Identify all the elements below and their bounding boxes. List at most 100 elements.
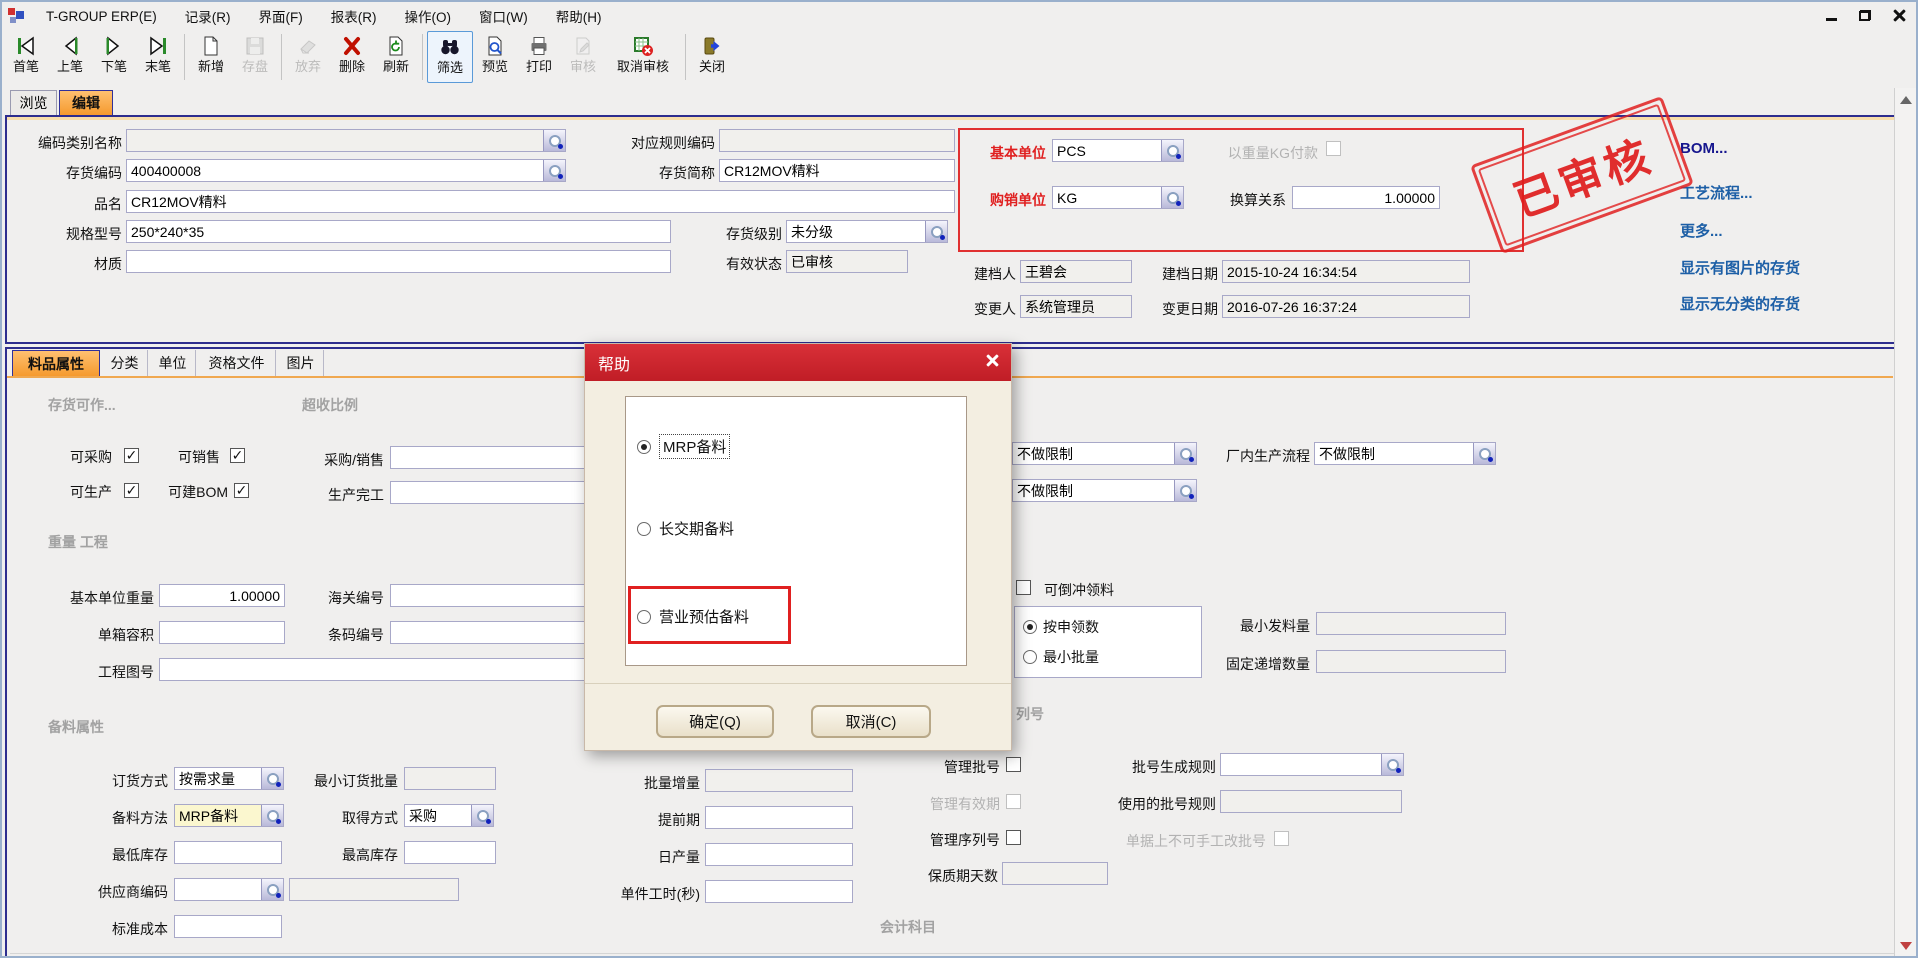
prod-finish-input[interactable] [390,481,600,504]
toolbar-next-record[interactable]: 下笔 [92,31,136,83]
tab-material-props[interactable]: 料品属性 [12,350,100,376]
can-produce-checkbox[interactable] [124,483,139,498]
toolbar-delete[interactable]: 删除 [330,31,374,83]
lookup-icon[interactable] [471,805,493,826]
cancel-button[interactable]: 取消(C) [811,705,931,738]
tab-classification[interactable]: 分类 [102,350,148,376]
min-stock-input[interactable] [174,841,282,864]
option-mrp[interactable]: MRP备料 [637,434,730,459]
menu-help[interactable]: 帮助(H) [542,6,616,26]
lookup-icon[interactable] [1174,443,1196,464]
manage-serial-checkbox[interactable] [1006,830,1021,845]
restore-button[interactable] [1856,6,1874,24]
unit-weight-input[interactable]: 1.00000 [159,584,285,607]
menu-interface[interactable]: 界面(F) [245,6,317,26]
rule-code-input[interactable] [719,129,955,152]
menu-record[interactable]: 记录(R) [171,6,245,26]
lookup-icon[interactable] [1174,480,1196,501]
tab-qualification[interactable]: 资格文件 [198,350,276,376]
drawing-input[interactable] [159,658,600,681]
lookup-icon[interactable] [925,221,947,242]
can-bom-checkbox[interactable] [234,483,249,498]
menu-window[interactable]: 窗口(W) [465,6,542,26]
restrict-input-2[interactable]: 不做限制 [1012,479,1197,502]
backflush-checkbox[interactable] [1016,580,1031,595]
link-more[interactable]: 更多... [1680,220,1723,241]
tab-browse[interactable]: 浏览 [10,90,57,115]
lookup-icon[interactable] [1381,754,1403,775]
batch-rule-input[interactable] [1220,753,1404,776]
tab-units[interactable]: 单位 [150,350,196,376]
tab-images[interactable]: 图片 [278,350,324,376]
level-input[interactable]: 未分级 [786,220,948,243]
radio-min-batch[interactable] [1023,650,1037,664]
item-name-input[interactable]: CR12MOV精料 [126,190,955,213]
link-unclassified[interactable]: 显示无分类的存货 [1680,293,1800,314]
link-bom[interactable]: BOM... [1680,140,1728,157]
menu-report[interactable]: 报表(R) [317,6,391,26]
can-sell-checkbox[interactable] [230,448,245,463]
purchase-sale-input[interactable] [390,446,600,469]
toolbar-filter[interactable]: 筛选 [427,31,473,83]
code-type-input[interactable] [126,129,566,152]
toolbar-last-record[interactable]: 末笔 [136,31,180,83]
radio-long-lead-icon[interactable] [637,522,651,536]
radio-by-apply[interactable] [1023,620,1037,634]
lead-time-input[interactable] [705,806,853,829]
trade-unit-input[interactable]: KG [1052,186,1184,209]
acquire-input[interactable]: 采购 [404,804,494,827]
toolbar-new[interactable]: 新增 [189,31,233,83]
lookup-icon[interactable] [261,805,283,826]
nav-prev-icon [59,33,81,59]
barcode-input[interactable] [390,621,600,644]
item-short-input[interactable]: CR12MOV精料 [719,159,955,182]
tab-edit[interactable]: 编辑 [59,90,113,115]
menu-operation[interactable]: 操作(O) [391,6,466,26]
factory-flow-input[interactable]: 不做限制 [1314,442,1496,465]
base-unit-input[interactable]: PCS [1052,139,1184,162]
unit-hours-input[interactable] [705,880,853,903]
option-long-lead[interactable]: 长交期备料 [637,518,734,539]
toolbar-first-record[interactable]: 首笔 [4,31,48,83]
conversion-input[interactable]: 1.00000 [1292,186,1440,209]
lookup-icon[interactable] [543,160,565,181]
toolbar-preview[interactable]: 预览 [473,31,517,83]
pay-by-kg-label: 以重量KG付款 [1192,143,1318,163]
item-code-input[interactable]: 400400008 [126,159,566,182]
lookup-icon[interactable] [261,879,283,900]
close-button[interactable] [1890,6,1908,24]
toolbar-close[interactable]: 关闭 [690,31,734,83]
box-volume-input[interactable] [159,621,285,644]
customs-input[interactable] [390,584,600,607]
toolbar-cancel-audit[interactable]: 取消审核 [605,31,681,83]
lookup-icon[interactable] [1161,187,1183,208]
radio-mrp-icon[interactable] [637,440,651,454]
purchase-sale-label: 采购/销售 [310,450,384,470]
toolbar-prev-record[interactable]: 上笔 [48,31,92,83]
vertical-scrollbar[interactable] [1894,88,1916,958]
ok-button[interactable]: 确定(Q) [656,705,774,738]
order-mode-input[interactable]: 按需求量 [174,767,284,790]
toolbar-refresh[interactable]: 刷新 [374,31,418,83]
std-cost-input[interactable] [174,915,282,938]
manage-batch-checkbox[interactable] [1006,757,1021,772]
lookup-icon[interactable] [1473,443,1495,464]
can-purchase-checkbox[interactable] [124,448,139,463]
max-stock-input[interactable] [404,841,496,864]
lookup-icon[interactable] [543,130,565,151]
link-with-images[interactable]: 显示有图片的存货 [1680,257,1800,278]
spec-input[interactable]: 250*240*35 [126,220,671,243]
supplier-input[interactable] [174,878,284,901]
material-input[interactable] [126,250,671,273]
scroll-down-arrow[interactable] [1900,942,1912,950]
dialog-close-icon[interactable] [986,354,999,367]
daily-output-input[interactable] [705,843,853,866]
restrict-input-1[interactable]: 不做限制 [1012,442,1197,465]
minimize-button[interactable] [1822,6,1840,24]
backup-method-input[interactable]: MRP备料 [174,804,284,827]
scroll-up-arrow[interactable] [1900,96,1912,104]
lookup-icon[interactable] [261,768,283,789]
toolbar-print[interactable]: 打印 [517,31,561,83]
lookup-icon[interactable] [1161,140,1183,161]
menu-app[interactable]: T-GROUP ERP(E) [32,9,171,24]
